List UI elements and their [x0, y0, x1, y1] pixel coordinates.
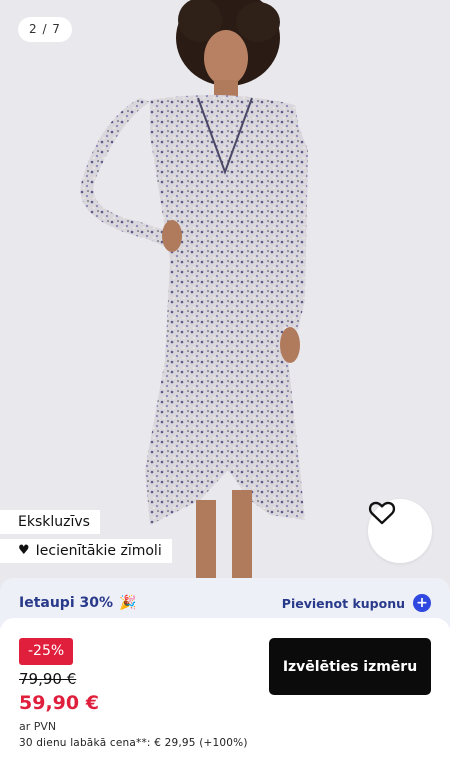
top-brands-tag: ♥ Iecienītākie zīmoli [0, 539, 172, 563]
coupon-save-label: Ietaupi 30% [19, 595, 114, 611]
product-image[interactable]: 2 / 7 Ekskluzīvs ♥ Iecienītākie zīmoli [0, 0, 450, 620]
heart-filled-icon: ♥ [18, 543, 30, 558]
top-brands-label: Iecienītākie zīmoli [35, 543, 162, 559]
price-panel: -25% 79,90 € 59,90 € ar PVN 30 dienu lab… [0, 618, 450, 768]
heart-outline-icon [368, 501, 396, 525]
add-coupon-label: Pievienot kuponu [281, 595, 405, 611]
plus-circle-icon: + [413, 594, 431, 612]
vat-note: ar PVN [19, 720, 57, 733]
party-popper-icon: 🎉 [119, 595, 137, 611]
lowest-price-note: 30 dienu labākā cena**: € 29,95 (+100%) [19, 737, 248, 749]
coupon-save-text: Ietaupi 30% 🎉 [19, 595, 136, 611]
add-coupon-button[interactable]: Pievienot kuponu + [282, 594, 431, 612]
old-price: 79,90 € [19, 670, 77, 688]
add-to-favorites-button[interactable] [368, 499, 432, 563]
current-price: 59,90 € [19, 692, 99, 714]
discount-badge: -25% [19, 638, 74, 665]
exclusive-tag: Ekskluzīvs [0, 510, 100, 534]
choose-size-button[interactable]: Izvēlēties izmēru [269, 638, 431, 695]
gallery-page-counter: 2 / 7 [18, 17, 72, 42]
